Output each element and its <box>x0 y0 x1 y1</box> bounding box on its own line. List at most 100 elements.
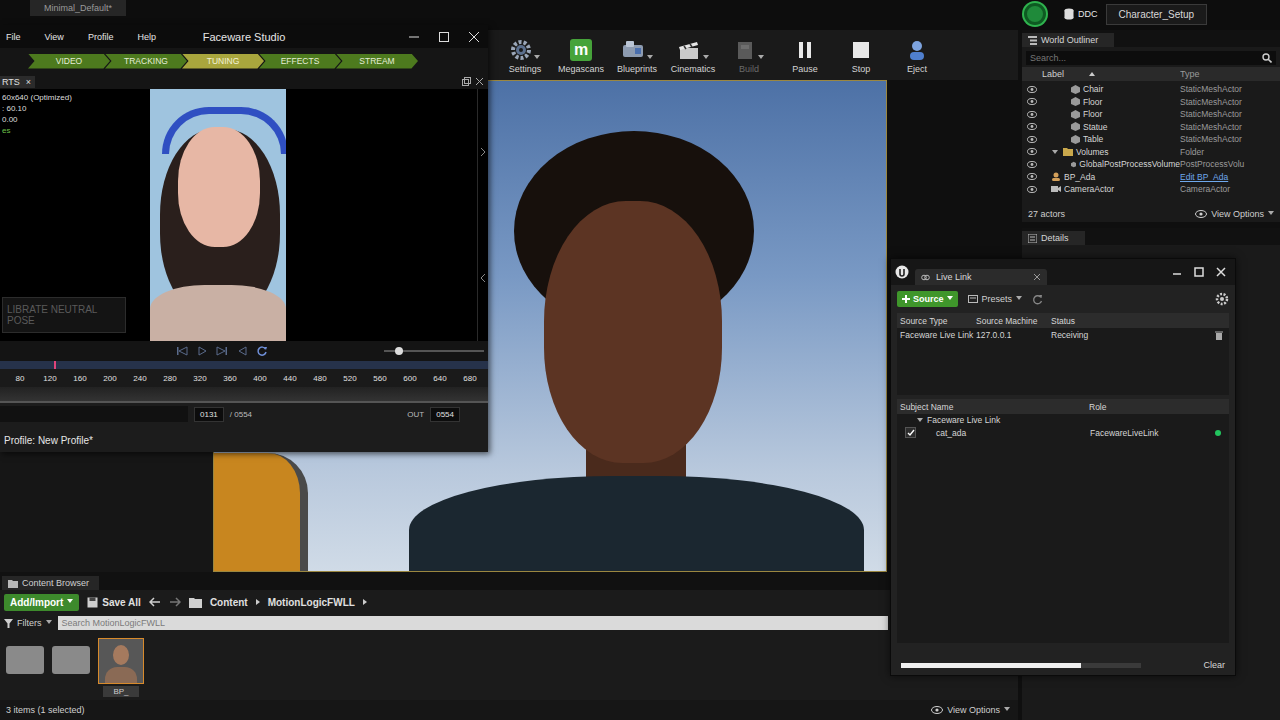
undock-icon[interactable] <box>462 77 471 86</box>
column-header[interactable]: Source Machine <box>976 316 1051 326</box>
minimize-icon[interactable] <box>408 31 420 43</box>
subject-group[interactable]: Faceware Live Link <box>897 414 1229 426</box>
minimize-icon[interactable] <box>1171 266 1183 278</box>
expand-arrow-icon[interactable] <box>1062 136 1066 142</box>
toolbar-button[interactable]: Eject <box>892 37 942 74</box>
step-back-icon[interactable] <box>236 345 248 357</box>
ddc-indicator[interactable]: DDC <box>1064 8 1098 20</box>
stage-tab[interactable]: TUNING <box>182 54 264 69</box>
outliner-row[interactable]: VolumesFolder <box>1022 146 1280 159</box>
expand-arrow-icon[interactable] <box>1042 186 1046 192</box>
collapse-left-icon[interactable] <box>480 273 486 283</box>
forward-arrow-icon[interactable] <box>169 597 181 607</box>
close-icon[interactable] <box>1215 266 1227 278</box>
menu-item[interactable]: Help <box>137 32 156 42</box>
content-browser-tab[interactable]: Content Browser <box>2 576 99 590</box>
menu-item[interactable]: File <box>6 32 21 42</box>
faceware-title-bar[interactable]: FileViewProfileHelpFaceware Studio <box>0 25 488 48</box>
close-tab-icon[interactable] <box>1033 273 1041 281</box>
expand-arrow-icon[interactable] <box>1062 124 1066 130</box>
panel-tab[interactable]: RTS× <box>0 76 35 88</box>
eye-icon[interactable] <box>1027 161 1037 168</box>
stage-tab[interactable]: EFFECTS <box>259 54 341 69</box>
subject-row[interactable]: cat_adaFacewareLiveLink <box>897 426 1229 439</box>
toolbar-button[interactable]: Cinematics <box>668 37 718 74</box>
close-icon[interactable] <box>468 31 480 43</box>
eye-icon[interactable] <box>1027 123 1037 130</box>
toolbar-button[interactable]: Build <box>724 37 774 74</box>
maximize-icon[interactable] <box>438 31 450 43</box>
close-icon[interactable] <box>475 77 484 86</box>
toolbar-button[interactable]: Pause <box>780 37 830 74</box>
expand-right-icon[interactable] <box>480 147 486 157</box>
world-outliner-tab[interactable]: World Outliner <box>1022 33 1114 47</box>
column-header[interactable]: Status <box>1051 316 1111 326</box>
timeline[interactable]: 8012016020024028032036040044048052056060… <box>0 361 488 403</box>
outliner-row[interactable]: StatueStaticMeshActor <box>1022 121 1280 134</box>
outliner-row[interactable]: TableStaticMeshActor <box>1022 133 1280 146</box>
refresh-icon[interactable] <box>1032 294 1043 305</box>
eye-icon[interactable] <box>1027 111 1037 118</box>
column-header[interactable]: Role <box>1089 402 1189 412</box>
details-tab[interactable]: Details <box>1022 231 1085 245</box>
maximize-icon[interactable] <box>1193 266 1205 278</box>
column-header[interactable]: Source Type <box>900 316 976 326</box>
presets-button[interactable]: Presets <box>968 294 1023 304</box>
save-all-button[interactable]: Save All <box>87 597 141 608</box>
stage-tab[interactable]: VIDEO <box>28 54 110 69</box>
outliner-row[interactable]: BP_AdaEdit BP_Ada <box>1022 171 1280 184</box>
menu-item[interactable]: View <box>45 32 64 42</box>
clear-button[interactable]: Clear <box>1203 660 1225 670</box>
last-frame-icon[interactable] <box>216 345 228 357</box>
column-header[interactable]: Subject Name <box>900 402 1089 412</box>
toolbar-button[interactable]: mMegascans <box>556 37 606 74</box>
eye-icon[interactable] <box>1027 148 1037 155</box>
toolbar-button[interactable]: Blueprints <box>612 37 662 74</box>
current-frame-field[interactable]: 0131 <box>194 407 224 422</box>
view-options-button[interactable]: View Options <box>1195 209 1274 219</box>
calibrate-neutral-pose-button[interactable]: LIBRATE NEUTRAL POSE <box>2 297 126 333</box>
project-name[interactable]: Character_Setup <box>1106 4 1208 25</box>
outliner-row[interactable]: CameraActorCameraActor <box>1022 183 1280 196</box>
add-import-button[interactable]: Add/Import <box>4 594 79 611</box>
eye-icon[interactable] <box>1027 173 1037 180</box>
source-row[interactable]: Faceware Live Link127.0.0.1Receiving <box>897 328 1229 342</box>
outliner-row[interactable]: FloorStaticMeshActor <box>1022 96 1280 109</box>
column-header[interactable]: Label <box>1042 69 1180 79</box>
outliner-search-field[interactable]: Search... <box>1026 51 1276 65</box>
expand-arrow-icon[interactable] <box>917 418 923 422</box>
folder-item[interactable] <box>6 638 44 674</box>
subject-checkbox[interactable] <box>905 427 916 438</box>
trash-icon[interactable] <box>1215 331 1223 340</box>
loop-icon[interactable] <box>256 345 268 357</box>
zoom-slider[interactable] <box>384 346 484 356</box>
source-control-icon[interactable] <box>1024 3 1046 25</box>
asset-item[interactable]: BP_ <box>98 638 144 697</box>
expand-arrow-icon[interactable] <box>1062 86 1066 92</box>
toolbar-button[interactable]: Stop <box>836 37 886 74</box>
stage-tab[interactable]: TRACKING <box>105 54 187 69</box>
outliner-row[interactable]: ChairStaticMeshActor <box>1022 83 1280 96</box>
expand-arrow-icon[interactable] <box>1062 161 1066 167</box>
expand-arrow-icon[interactable] <box>1042 174 1046 180</box>
eye-icon[interactable] <box>1027 86 1037 93</box>
eye-icon[interactable] <box>1027 136 1037 143</box>
stage-tab[interactable]: STREAM <box>336 54 418 69</box>
breadcrumb[interactable]: Content <box>210 597 248 608</box>
breadcrumb[interactable]: MotionLogicFWLL <box>268 597 355 608</box>
view-options-button[interactable]: View Options <box>931 705 1010 715</box>
content-search-field[interactable]: Search MotionLogicFWLL <box>58 616 888 630</box>
expand-arrow-icon[interactable] <box>1062 99 1066 105</box>
menu-item[interactable]: Profile <box>88 32 114 42</box>
expand-arrow-icon[interactable] <box>1062 111 1066 117</box>
document-tab[interactable]: Minimal_Default* <box>30 0 126 16</box>
first-frame-icon[interactable] <box>176 345 188 357</box>
eye-icon[interactable] <box>1027 186 1037 193</box>
outliner-row[interactable]: GlobalPostProcessVolumePostProcessVolu <box>1022 158 1280 171</box>
live-link-title-bar[interactable]: Live Link <box>891 259 1235 285</box>
add-source-button[interactable]: Source <box>897 291 958 307</box>
live-link-tab[interactable]: Live Link <box>915 269 1047 285</box>
play-icon[interactable] <box>196 345 208 357</box>
expand-arrow-icon[interactable] <box>1052 150 1058 154</box>
filters-button[interactable]: Filters <box>4 618 52 628</box>
